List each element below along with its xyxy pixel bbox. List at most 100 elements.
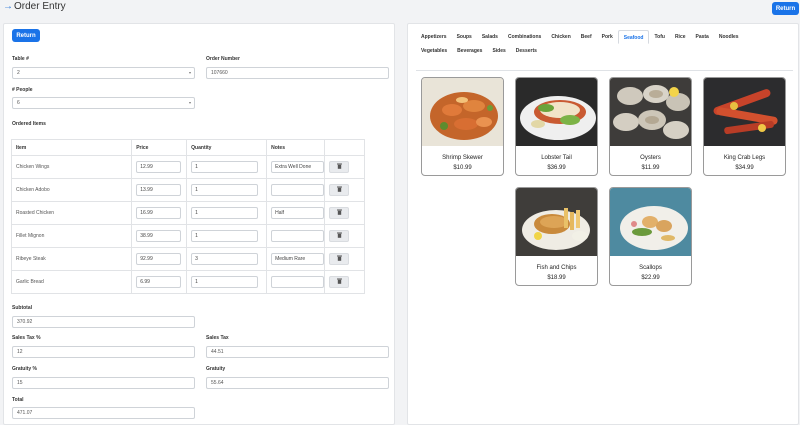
- tab-pasta[interactable]: Pasta: [691, 30, 714, 44]
- total-field[interactable]: 471.07: [12, 407, 195, 419]
- menu-card-king-crab-legs[interactable]: King Crab Legs $34.99: [703, 77, 786, 176]
- chevron-down-icon: ▾: [188, 70, 191, 75]
- tab-pork[interactable]: Pork: [597, 30, 618, 44]
- table-row: Fillet Mignon 38.99 1: [10, 224, 365, 248]
- trash-icon: [336, 232, 342, 240]
- item-name: Ribeye Steak: [10, 247, 133, 271]
- tab-soups[interactable]: Soups: [452, 30, 477, 44]
- column-header-item: Item: [10, 139, 133, 156]
- card-title: Scallops: [639, 265, 662, 271]
- quantity-input[interactable]: 1: [191, 276, 259, 288]
- price-input[interactable]: 16.99: [136, 207, 182, 219]
- delete-item-button[interactable]: [329, 184, 350, 196]
- people-select[interactable]: 6 ▾: [12, 97, 195, 109]
- menu-card-scallops[interactable]: Scallops $22.99: [609, 187, 692, 286]
- delete-item-button[interactable]: [329, 230, 350, 242]
- card-title: Oysters: [640, 155, 661, 161]
- tab-appetizers[interactable]: Appetizers: [416, 30, 452, 44]
- notes-input[interactable]: [271, 276, 325, 288]
- trash-icon: [336, 255, 342, 263]
- trash-icon: [336, 209, 342, 217]
- notes-input[interactable]: [271, 184, 325, 196]
- gratuity-label: Gratuity: [206, 366, 226, 372]
- tab-desserts[interactable]: Desserts: [511, 44, 542, 58]
- tab-salads[interactable]: Salads: [477, 30, 503, 44]
- card-price: $10.99: [453, 165, 472, 171]
- page-title: Order Entry: [14, 1, 66, 12]
- tab-vegetables[interactable]: Vegetables: [416, 44, 452, 58]
- trash-icon: [336, 278, 342, 286]
- quantity-input[interactable]: 1: [191, 207, 259, 219]
- column-header-actions: [324, 139, 365, 156]
- card-price: $11.99: [641, 165, 660, 171]
- delete-item-button[interactable]: [329, 253, 350, 265]
- column-header-price: Price: [131, 139, 188, 156]
- shrimp-skewer-image: [422, 78, 503, 146]
- tab-noodles[interactable]: Noodles: [714, 30, 744, 44]
- delete-item-button[interactable]: [329, 276, 350, 288]
- tab-combinations[interactable]: Combinations: [503, 30, 546, 44]
- price-input[interactable]: 6.99: [136, 276, 182, 288]
- table-row: Ribeye Steak 92.99 3 Medium Rare: [10, 247, 365, 271]
- ordered-items-label: Ordered Items: [12, 121, 46, 127]
- menu-card-fish-and-chips[interactable]: Fish and Chips $18.99: [515, 187, 598, 286]
- category-tabs-row-2: Vegetables Beverages Sides Desserts: [416, 44, 542, 58]
- card-title: Fish and Chips: [536, 265, 577, 271]
- chevron-down-icon: ▾: [188, 100, 191, 105]
- category-tabs-row-1: Appetizers Soups Salads Combinations Chi…: [416, 30, 744, 44]
- notes-input[interactable]: [271, 230, 325, 242]
- order-return-button[interactable]: Return: [12, 29, 40, 42]
- quantity-input[interactable]: 1: [191, 184, 259, 196]
- table-select[interactable]: 2 ▾: [12, 67, 195, 79]
- price-input[interactable]: 92.99: [136, 253, 182, 265]
- back-arrow-icon[interactable]: →: [3, 1, 13, 13]
- delete-item-button[interactable]: [329, 207, 350, 219]
- item-name: Chicken Adobo: [10, 178, 133, 202]
- table-row: Garlic Bread 6.99 1: [10, 270, 365, 294]
- tab-rice[interactable]: Rice: [670, 30, 691, 44]
- fish-and-chips-image: [516, 188, 597, 256]
- item-name: Fillet Mignon: [10, 224, 133, 248]
- table-row: Chicken Adobo 13.99 1: [10, 178, 365, 202]
- quantity-input[interactable]: 1: [191, 161, 259, 173]
- gratuity-field[interactable]: 55.64: [206, 377, 389, 389]
- item-name: Garlic Bread: [10, 270, 133, 294]
- notes-input[interactable]: Half: [271, 207, 325, 219]
- scallops-image: [610, 188, 691, 256]
- notes-input[interactable]: Medium Rare: [271, 253, 325, 265]
- table-row: Roasted Chicken 16.99 1 Half: [10, 201, 365, 225]
- tab-sides[interactable]: Sides: [487, 44, 510, 58]
- tab-seafood[interactable]: Seafood: [617, 30, 650, 44]
- menu-card-lobster-tail[interactable]: Lobster Tail $36.99: [515, 77, 598, 176]
- oysters-image: [610, 78, 691, 146]
- column-header-quantity: Quantity: [186, 139, 268, 156]
- tab-beef[interactable]: Beef: [576, 30, 597, 44]
- notes-input[interactable]: Extra Well Done: [271, 161, 325, 173]
- sales-tax-pct-label: Sales Tax %: [12, 335, 41, 341]
- trash-icon: [336, 186, 342, 194]
- quantity-input[interactable]: 3: [191, 253, 259, 265]
- delete-item-button[interactable]: [329, 161, 350, 173]
- price-input[interactable]: 13.99: [136, 184, 182, 196]
- card-price: $36.99: [547, 165, 566, 171]
- card-title: Lobster Tail: [541, 155, 572, 161]
- order-number-field[interactable]: 107660: [206, 67, 389, 79]
- tab-beverages[interactable]: Beverages: [452, 44, 487, 58]
- king-crab-legs-image: [704, 78, 785, 146]
- item-name: Chicken Wings: [10, 155, 133, 179]
- price-input[interactable]: 12.99: [136, 161, 182, 173]
- menu-card-shrimp-skewer[interactable]: Shrimp Skewer $10.99: [421, 77, 504, 176]
- sales-tax-pct-field[interactable]: 12: [12, 346, 195, 358]
- quantity-input[interactable]: 1: [191, 230, 259, 242]
- card-price: $18.99: [547, 275, 566, 281]
- subtotal-field[interactable]: 370.92: [12, 316, 195, 328]
- header-return-button[interactable]: Return: [772, 2, 799, 15]
- sales-tax-field[interactable]: 44.51: [206, 346, 389, 358]
- card-price: $22.99: [641, 275, 660, 281]
- gratuity-pct-field[interactable]: 15: [12, 377, 195, 389]
- price-input[interactable]: 38.99: [136, 230, 182, 242]
- menu-card-oysters[interactable]: Oysters $11.99: [609, 77, 692, 176]
- tab-chicken[interactable]: Chicken: [546, 30, 575, 44]
- tab-tofu[interactable]: Tofu: [649, 30, 669, 44]
- gratuity-pct-label: Gratuity %: [12, 366, 38, 372]
